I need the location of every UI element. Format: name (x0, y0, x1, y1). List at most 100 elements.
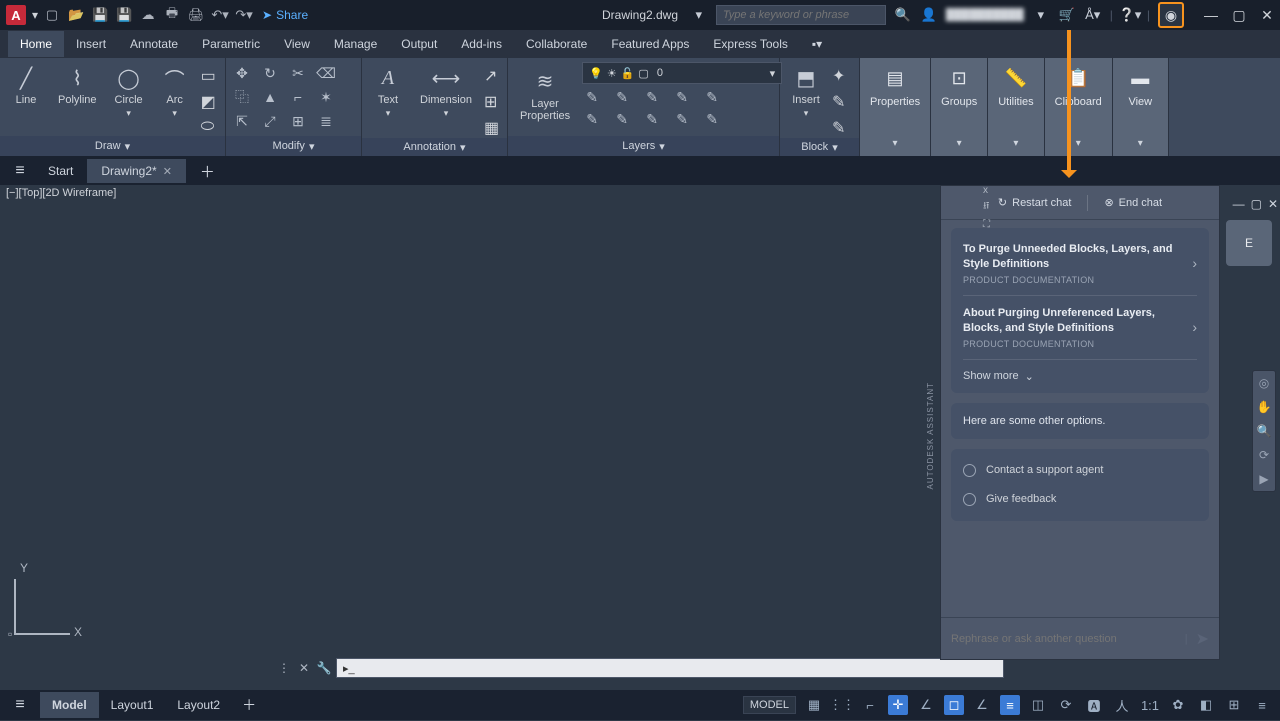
ortho-icon[interactable]: ⌐ (860, 695, 880, 715)
tab-view[interactable]: View (272, 31, 322, 57)
annotation-visibility-icon[interactable]: 人 (1112, 695, 1132, 715)
panel-groups[interactable]: ⊡Groups▾ (931, 58, 988, 156)
panel-draw-label[interactable]: Draw ▾ (0, 136, 225, 156)
layout1-tab[interactable]: Layout1 (99, 692, 166, 718)
layer-tool-icon[interactable]: ✎ (612, 110, 632, 128)
array-icon[interactable]: ⊞ (288, 112, 308, 130)
layer-tool-icon[interactable]: ✎ (642, 88, 662, 106)
restart-chat-button[interactable]: ↻Restart chat (998, 196, 1072, 209)
model-space-indicator[interactable]: MODEL (743, 696, 796, 714)
tab-home[interactable]: Home (8, 31, 64, 57)
tab-output[interactable]: Output (389, 31, 449, 57)
panel-modify-label[interactable]: Modify ▾ (226, 136, 361, 156)
scale-icon[interactable]: ⤢ (260, 112, 280, 130)
layer-tool-icon[interactable]: ✎ (672, 110, 692, 128)
hamburger-icon[interactable]: ≡ (0, 696, 40, 714)
doc-link[interactable]: To Purge Unneeded Blocks, Layers, and St… (963, 238, 1197, 296)
maximize-icon[interactable]: ▢ (1232, 8, 1246, 22)
minimize-icon[interactable]: — (1204, 8, 1218, 22)
cycling-icon[interactable]: ⟳ (1056, 695, 1076, 715)
tab-parametric[interactable]: Parametric (190, 31, 272, 57)
polar-icon[interactable]: ✛ (888, 695, 908, 715)
plot-icon[interactable]: 🖶 (164, 7, 180, 23)
leader-icon[interactable]: ↗ (484, 66, 499, 86)
saveas-icon[interactable]: 💾 (116, 7, 132, 23)
web-mobile-icon[interactable]: ☁ (140, 7, 156, 23)
close-icon[interactable]: ✕ (1268, 197, 1278, 211)
snap-icon[interactable]: ⋮⋮ (832, 695, 852, 715)
command-input[interactable] (336, 658, 1004, 678)
tab-extras-icon[interactable]: ▪▾ (800, 31, 834, 57)
open-icon[interactable]: 📂 (68, 7, 84, 23)
panel-utilities[interactable]: 📏Utilities▾ (988, 58, 1044, 156)
lineweight-icon[interactable]: ≡ (1000, 695, 1020, 715)
customize-icon[interactable]: 🔧 (316, 660, 332, 676)
annotation-scale-icon[interactable]: 🅰 (1084, 695, 1104, 715)
minimize-icon[interactable]: — (1233, 197, 1245, 211)
send-icon[interactable]: ➤ (1196, 629, 1209, 649)
help-icon[interactable]: ❔▾ (1121, 6, 1139, 24)
layer-tool-icon[interactable]: ✎ (612, 88, 632, 106)
chat-text-input[interactable] (951, 633, 1177, 645)
layer-tool-icon[interactable]: ✎ (702, 110, 722, 128)
tab-collaborate[interactable]: Collaborate (514, 31, 599, 57)
tab-addins[interactable]: Add-ins (449, 31, 514, 57)
viewport-label[interactable]: [−][Top][2D Wireframe] (6, 187, 116, 199)
rectangle-icon[interactable]: ▭ (201, 66, 216, 86)
edit-block-icon[interactable]: ✎ (832, 92, 845, 112)
insert-block-button[interactable]: ⬒Insert▾ (786, 62, 826, 121)
help-search-input[interactable] (716, 5, 886, 25)
units-icon[interactable]: ⊞ (1224, 695, 1244, 715)
close-icon[interactable]: x (983, 185, 990, 196)
layer-dropdown[interactable]: 💡☀🔓▢ 0 ▾ (582, 62, 782, 84)
panel-view[interactable]: ▬View▾ (1113, 58, 1169, 156)
customize-icon[interactable]: ≡ (1252, 695, 1272, 715)
close-icon[interactable]: ✕ (1260, 8, 1274, 22)
fillet-icon[interactable]: ⌐ (288, 88, 308, 106)
doc-link[interactable]: About Purging Unreferenced Layers, Block… (963, 302, 1197, 360)
layer-properties-button[interactable]: ≋Layer Properties (514, 66, 576, 124)
close-icon[interactable]: ✕ (296, 660, 312, 676)
dropdown-icon[interactable]: ▾ (32, 8, 38, 22)
explode-icon[interactable]: ✶ (316, 88, 336, 106)
maximize-icon[interactable]: ▢ (1251, 197, 1262, 211)
isodraft-icon[interactable]: ∠ (916, 695, 936, 715)
dropdown-icon[interactable]: ▾ (690, 6, 708, 24)
offset-icon[interactable]: ≣ (316, 112, 336, 130)
arc-button[interactable]: ⌒Arc▾ (155, 62, 195, 121)
scale-label[interactable]: 1:1 (1140, 695, 1160, 715)
panel-clipboard[interactable]: 📋Clipboard▾ (1045, 58, 1113, 156)
contact-support-option[interactable]: Contact a support agent (963, 459, 1197, 482)
monitor-icon[interactable]: ◧ (1196, 695, 1216, 715)
workspace-icon[interactable]: ✿ (1168, 695, 1188, 715)
wheel-icon[interactable]: ◎ (1256, 375, 1272, 391)
create-block-icon[interactable]: ✦ (832, 66, 845, 86)
panel-properties[interactable]: ▤Properties▾ (860, 58, 931, 156)
redo-icon[interactable]: ↷▾ (236, 7, 252, 23)
dimension-button[interactable]: ⟷Dimension▾ (414, 62, 478, 121)
stretch-icon[interactable]: ⇱ (232, 112, 252, 130)
layout2-tab[interactable]: Layout2 (165, 692, 232, 718)
app-menu-icon[interactable]: A (6, 5, 26, 25)
panel-block-label[interactable]: Block ▾ (780, 138, 859, 156)
layer-tool-icon[interactable]: ✎ (672, 88, 692, 106)
orbit-icon[interactable]: ⟳ (1256, 447, 1272, 463)
undo-icon[interactable]: ↶▾ (212, 7, 228, 23)
pan-icon[interactable]: ✋ (1256, 399, 1272, 415)
user-icon[interactable]: 👤 (920, 6, 938, 24)
trim-icon[interactable]: ✂ (288, 64, 308, 82)
rotate-icon[interactable]: ↻ (260, 64, 280, 82)
polyline-button[interactable]: ⌇Polyline (52, 62, 103, 108)
tab-manage[interactable]: Manage (322, 31, 389, 57)
handle-icon[interactable]: ⋮ (276, 660, 292, 676)
attribute-icon[interactable]: ✎ (832, 118, 845, 138)
panel-layers-label[interactable]: Layers ▾ (508, 136, 779, 156)
transparency-icon[interactable]: ◫ (1028, 695, 1048, 715)
otrack-icon[interactable]: ∠ (972, 695, 992, 715)
print-icon[interactable]: 🖨 (188, 7, 204, 23)
pin-icon[interactable]: ⭿ (983, 199, 990, 216)
expand-icon[interactable]: ⛶ (983, 219, 990, 230)
tab-express-tools[interactable]: Express Tools (701, 31, 799, 57)
mirror-icon[interactable]: ▲ (260, 88, 280, 106)
tab-insert[interactable]: Insert (64, 31, 118, 57)
